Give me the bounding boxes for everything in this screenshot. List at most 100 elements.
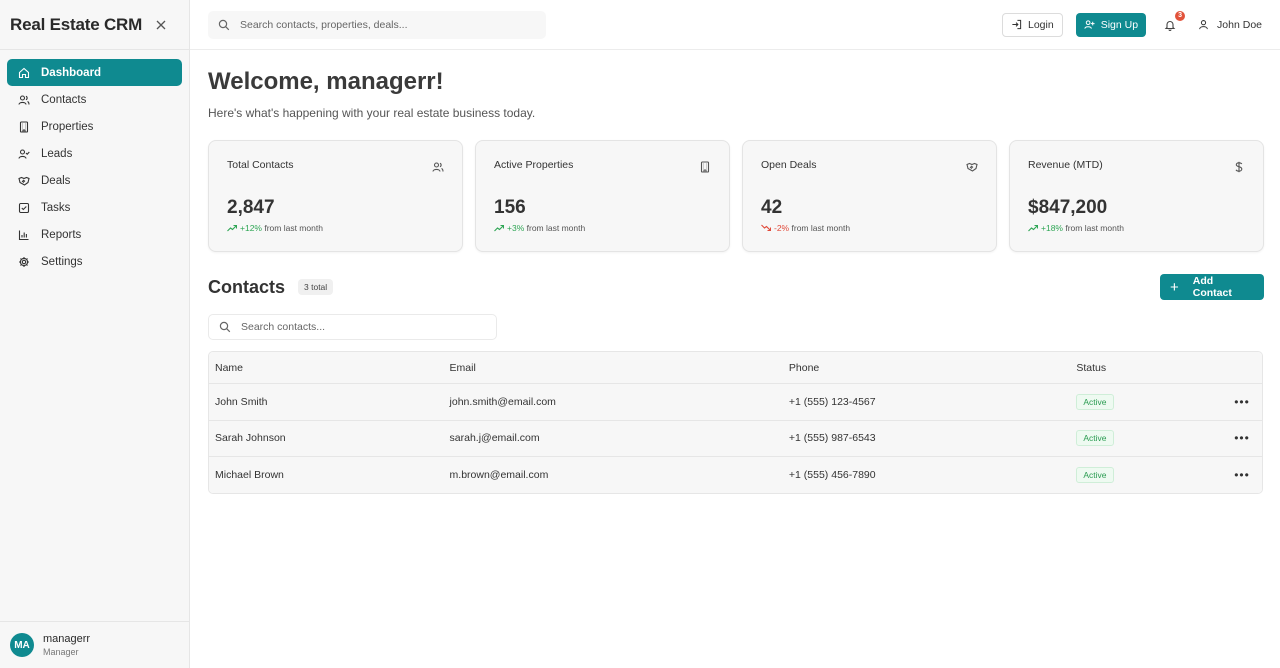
building-icon [17,120,31,134]
stat-card-value: $847,200 [1028,197,1108,218]
app-title: Real Estate CRM [10,14,143,34]
stat-card-title: Revenue (MTD) [1028,159,1103,171]
cell-name: Michael Brown [215,468,284,481]
sidebar-item-label: Deals [41,174,71,187]
contacts-search-input[interactable] [241,321,486,333]
column-header-phone[interactable]: Phone [789,362,1076,374]
users-icon [432,160,444,172]
user-menu[interactable]: John Doe [1198,19,1262,31]
dollar-icon [1233,160,1245,173]
sidebar-item-dashboard[interactable]: Dashboard [7,59,182,86]
stat-card-title: Active Properties [494,159,574,171]
sidebar-item-deals[interactable]: Deals [7,167,182,194]
sidebar-item-label: Properties [41,120,94,133]
user-check-icon [17,147,31,161]
login-button[interactable]: Login [1001,12,1063,37]
sidebar-item-label: Leads [41,147,73,160]
trend-up-icon [494,224,504,232]
sidebar-item-label: Dashboard [41,66,102,79]
stat-change-suffix: from last month [791,223,851,233]
page-subtitle: Here's what's happening with your real e… [208,106,536,120]
stat-card-value: 42 [761,197,783,218]
cell-name: Sarah Johnson [215,432,286,445]
sidebar-item-label: Tasks [41,201,71,214]
stat-change-suffix: from last month [1065,223,1124,233]
stat-change-value: +12% [240,223,262,233]
table-row[interactable]: John Smith john.smith@email.com +1 (555)… [209,383,1262,420]
more-options-icon[interactable]: ••• [1234,469,1250,481]
stat-card-title: Total Contacts [227,159,294,171]
handshake-icon [17,174,31,188]
sidebar-item-settings[interactable]: Settings [7,248,182,275]
more-options-icon[interactable]: ••• [1234,396,1250,408]
login-icon [1012,19,1022,30]
trend-up-icon [227,224,237,232]
page-title: Welcome, managerr! [208,68,444,95]
users-icon [17,93,31,107]
signup-label: Sign Up [1100,18,1139,31]
trend-down-icon [761,224,771,232]
stat-card-change: -2% from last month [761,223,978,233]
stat-card-value: 156 [494,197,526,218]
total-count-badge: 3 total [298,279,334,295]
cell-phone: +1 (555) 123-4567 [788,395,876,408]
sidebar-item-properties[interactable]: Properties [7,113,182,140]
notification-badge: 3 [1175,10,1186,21]
trend-up-icon [1028,224,1038,232]
sidebar-user[interactable]: MA managerr Manager [0,621,189,668]
notifications-button[interactable]: 3 [1164,10,1186,32]
add-contact-button[interactable]: + Add Contact [1160,274,1264,300]
more-options-icon[interactable]: ••• [1234,432,1250,444]
cell-email: john.smith@email.com [449,395,556,408]
stat-cards: Total Contacts 2,847 +12% from last mont… [208,140,1264,252]
search-icon [218,19,230,30]
stat-change-value: +18% [1041,223,1063,233]
global-search[interactable] [208,10,546,39]
table-row[interactable]: Michael Brown m.brown@email.com +1 (555)… [209,456,1262,493]
stat-card-active-properties: Active Properties 156 +3% from last mont… [475,140,730,252]
checkbox-icon [17,201,31,215]
sidebar-item-contacts[interactable]: Contacts [7,86,182,113]
search-icon [219,321,231,333]
status-badge: Active [1076,466,1114,483]
sidebar-item-label: Contacts [41,93,87,106]
home-icon [17,66,31,80]
stat-card-title: Open Deals [761,159,817,171]
close-icon[interactable] [153,17,169,33]
user-icon [1199,20,1208,30]
sidebar-item-leads[interactable]: Leads [7,140,182,167]
section-title: Contacts [208,276,286,297]
user-name: managerr [43,633,91,645]
user-role: Manager [43,647,79,657]
contacts-table: Name Email Phone Status John Smith john.… [208,351,1263,494]
stat-change-suffix: from last month [264,223,323,233]
stat-card-change: +18% from last month [1028,223,1245,233]
cell-email: sarah.j@email.com [449,432,540,445]
cell-email: m.brown@email.com [449,468,549,481]
topbar-actions: Login Sign Up 3 John Doe [1001,10,1262,37]
plus-icon: + [1170,278,1179,296]
cell-phone: +1 (555) 456-7890 [788,468,876,481]
stat-change-value: +3% [507,223,525,233]
sidebar-item-reports[interactable]: Reports [7,221,182,248]
column-header-email[interactable]: Email [450,362,789,374]
cell-phone: +1 (555) 987-6543 [788,432,876,445]
user-menu-name: John Doe [1217,18,1262,31]
column-header-status[interactable]: Status [1076,362,1222,374]
status-badge: Active [1076,430,1114,447]
handshake-icon [966,160,978,172]
contacts-search[interactable] [208,314,497,340]
sidebar-item-label: Reports [41,228,82,241]
table-header: Name Email Phone Status [209,352,1262,383]
sidebar-item-tasks[interactable]: Tasks [7,194,182,221]
sidebar-header: Real Estate CRM [0,0,189,50]
table-row[interactable]: Sarah Johnson sarah.j@email.com +1 (555)… [209,419,1262,456]
stat-card-open-deals: Open Deals 42 -2% from last month [742,140,997,252]
signup-button[interactable]: Sign Up [1075,12,1147,37]
sidebar-nav: Dashboard Contacts Properties Leads Deal… [0,50,189,284]
status-badge: Active [1076,393,1114,410]
column-header-name[interactable]: Name [209,362,450,374]
contacts-header: Contacts 3 total + Add Contact [208,274,1264,300]
add-contact-label: Add Contact [1192,275,1232,299]
search-input[interactable] [240,18,536,31]
